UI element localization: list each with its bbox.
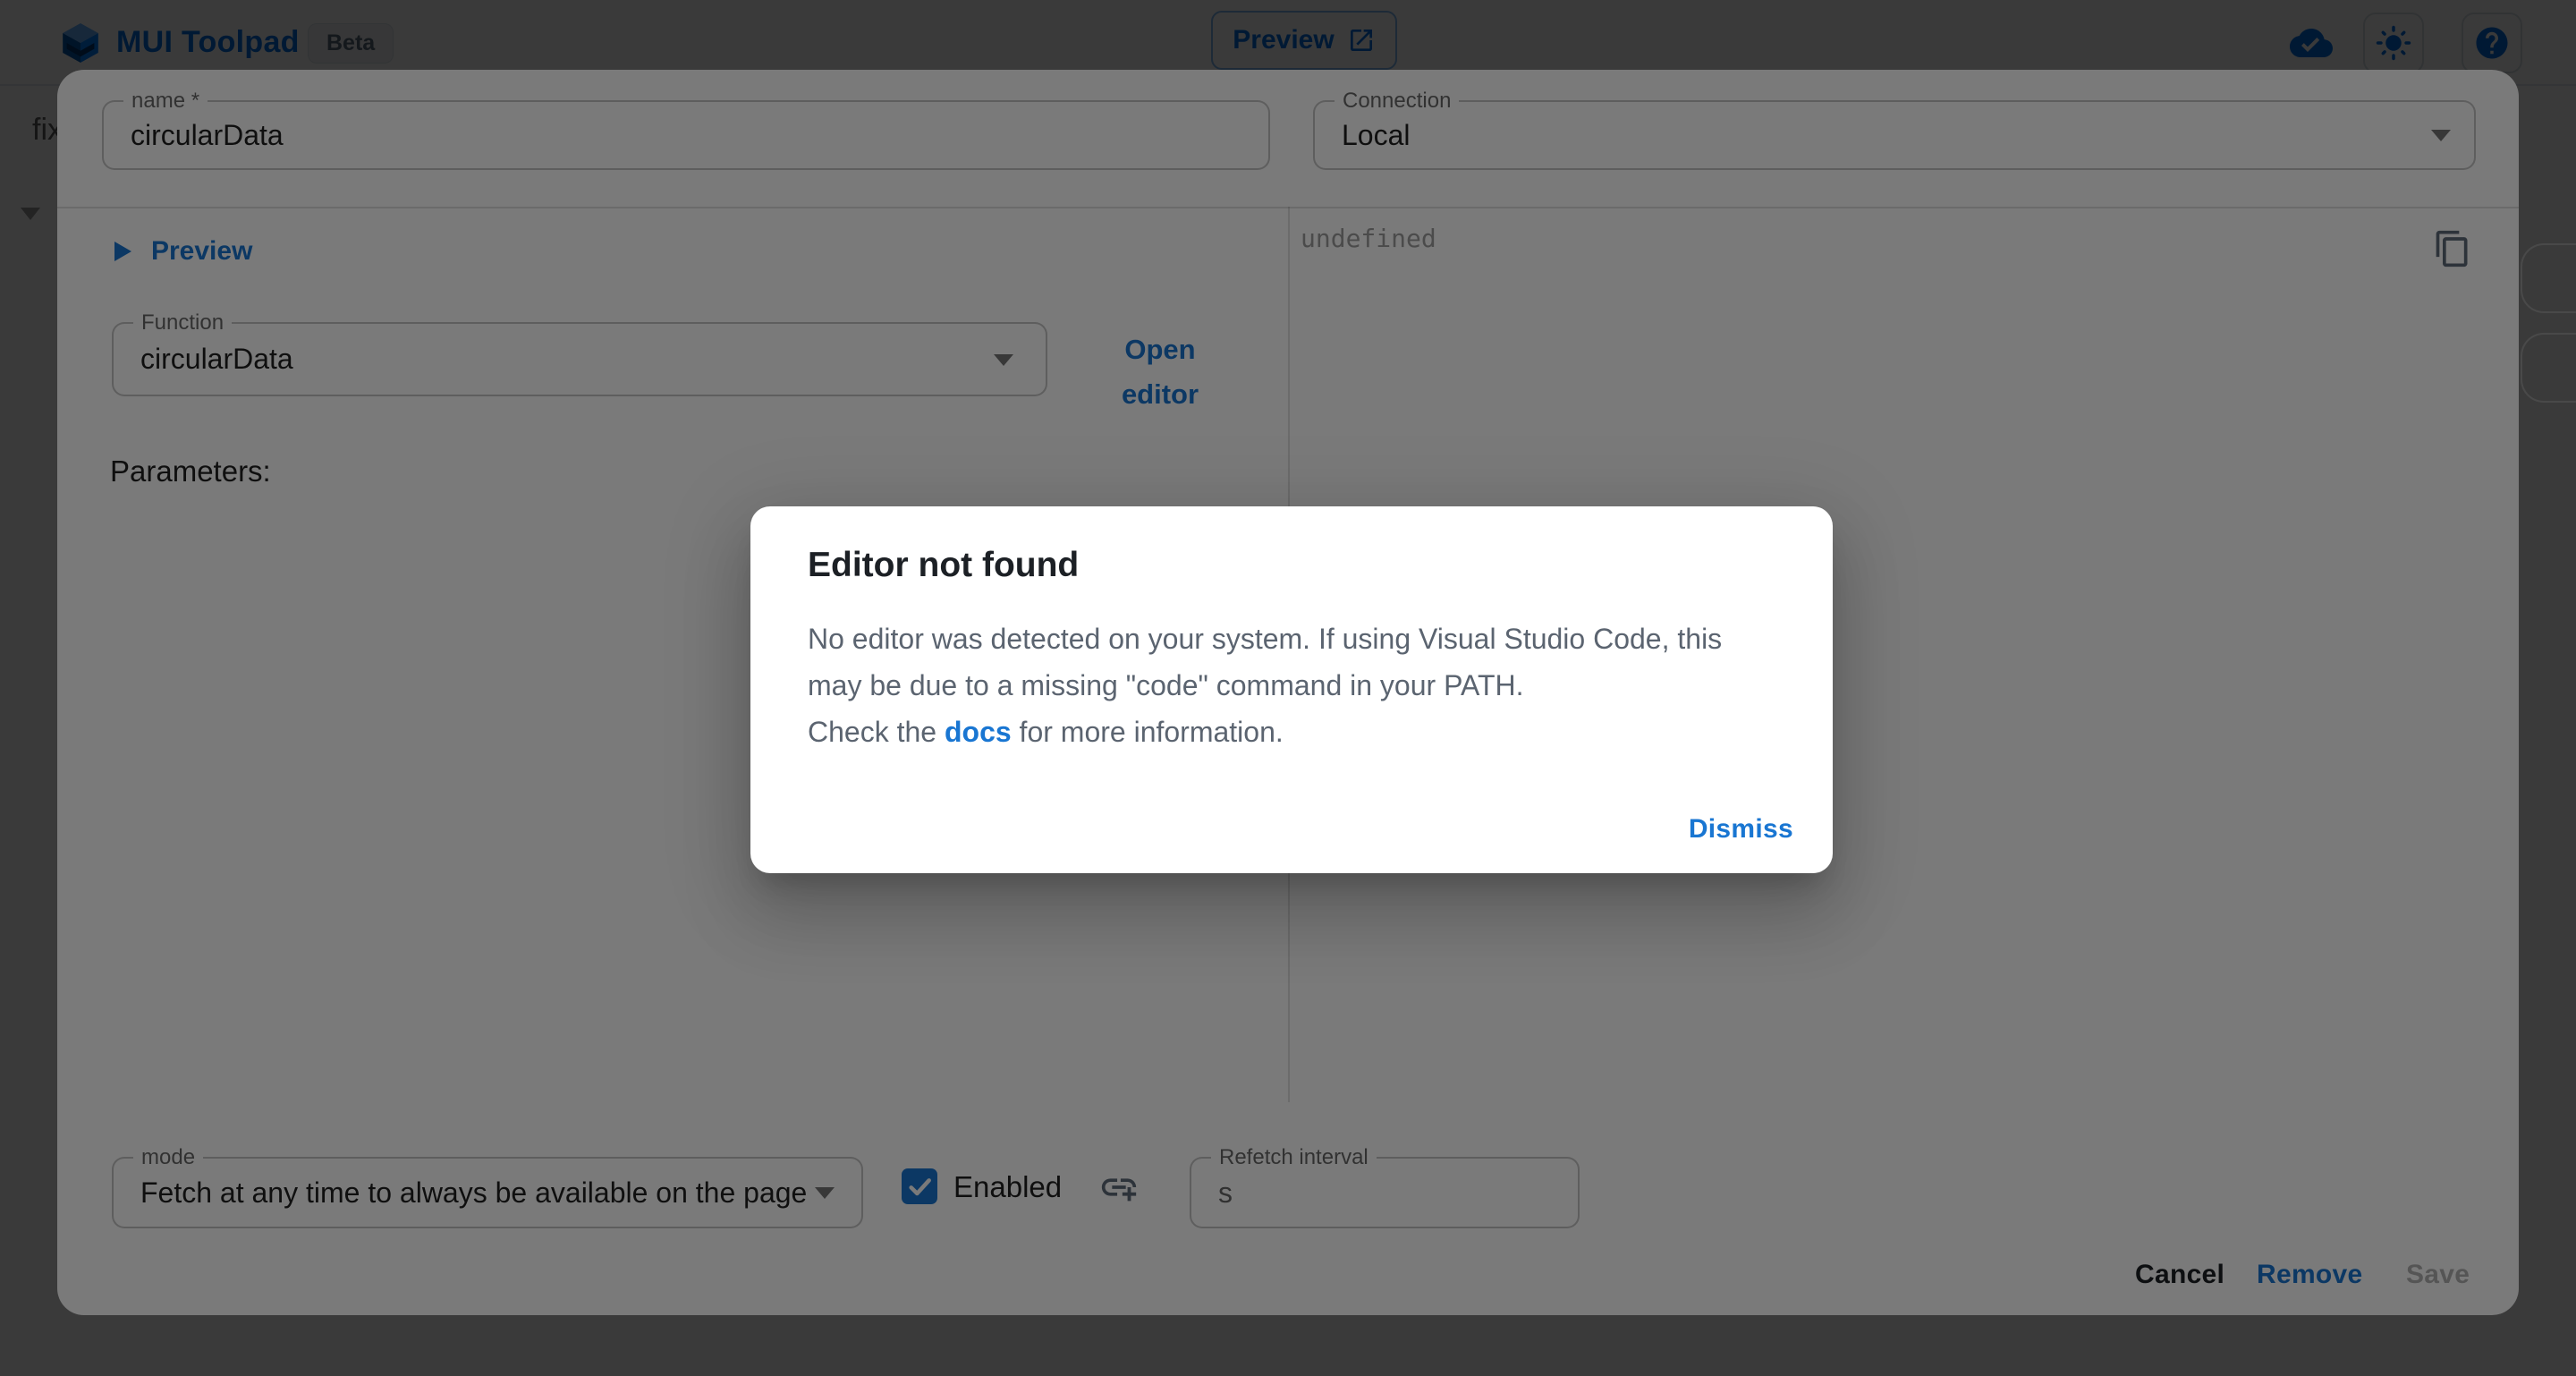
modal-body: No editor was detected on your system. I… bbox=[808, 616, 1783, 755]
modal-body-line1: No editor was detected on your system. I… bbox=[808, 616, 1783, 662]
editor-not-found-modal: Editor not found No editor was detected … bbox=[750, 506, 1833, 873]
check-suffix-text: for more information. bbox=[1012, 716, 1284, 748]
dismiss-button[interactable]: Dismiss bbox=[1689, 814, 1793, 845]
modal-body-line3: Check the docs for more information. bbox=[808, 709, 1783, 755]
docs-link[interactable]: docs bbox=[945, 716, 1012, 748]
modal-body-line2: may be due to a missing "code" command i… bbox=[808, 662, 1783, 709]
screen: MUI Toolpad Beta Preview bbox=[0, 0, 2576, 1376]
check-prefix-text: Check the bbox=[808, 716, 945, 748]
modal-title: Editor not found bbox=[808, 546, 1079, 585]
